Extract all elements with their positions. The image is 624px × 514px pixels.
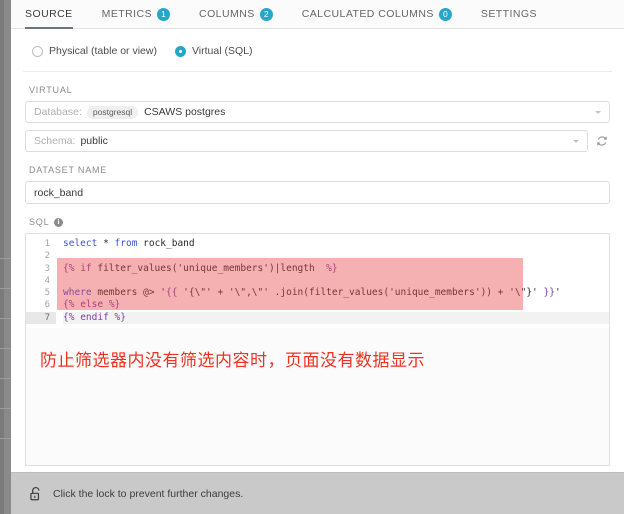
radio-physical[interactable]: Physical (table or view)	[32, 45, 157, 57]
sql-editor-gutter: 1 2 3 4 5 6 7	[26, 234, 56, 328]
chevron-down-icon	[573, 139, 579, 143]
sql-line: select * from rock_band	[63, 238, 195, 249]
tab-settings[interactable]: SETTINGS	[481, 0, 551, 29]
sql-line: {% else %}	[63, 299, 121, 311]
schema-select-value: public	[80, 135, 108, 147]
database-engine-chip: postgresql	[86, 105, 139, 119]
dataset-name-input[interactable]: rock_band	[25, 181, 610, 204]
sql-line: {% if filter_values('unique_members')|le…	[63, 262, 338, 274]
radio-physical-circle-icon	[32, 45, 43, 57]
database-select-lead: Database:	[34, 106, 82, 118]
tab-metrics[interactable]: METRICS 1	[102, 0, 184, 29]
sql-code-area[interactable]: select * from rock_band {% if filter_val…	[56, 234, 609, 328]
dataset-editor-modal: SOURCE METRICS 1 COLUMNS 2 CALCULATED CO…	[0, 0, 624, 514]
source-type-radio-group: Physical (table or view) Virtual (SQL)	[23, 29, 612, 72]
tab-columns[interactable]: COLUMNS 2	[199, 0, 287, 29]
tab-metrics-badge: 1	[157, 7, 171, 21]
sql-line-current: {% endif %}	[63, 311, 609, 325]
lock-footer-text: Click the lock to prevent further change…	[53, 487, 244, 500]
tab-columns-label: COLUMNS	[199, 8, 255, 20]
modal-panel: SOURCE METRICS 1 COLUMNS 2 CALCULATED CO…	[11, 0, 624, 514]
line-number-current: 7	[26, 311, 56, 325]
sql-line: where members @> '{{ '{\"' + '\",\"' .jo…	[63, 287, 561, 299]
database-row: Database: postgresql CSAWS postgres	[25, 101, 610, 123]
tab-calculated-columns[interactable]: CALCULATED COLUMNS 0	[302, 0, 466, 29]
page-backdrop-strip	[0, 0, 11, 514]
info-icon[interactable]: i	[54, 217, 64, 227]
source-panel: Physical (table or view) Virtual (SQL) V…	[11, 29, 624, 472]
virtual-section-label: VIRTUAL	[29, 85, 73, 95]
unlocked-lock-icon[interactable]	[29, 486, 43, 502]
tab-calculated-columns-badge: 0	[438, 7, 452, 21]
schema-row: Schema: public	[25, 130, 610, 152]
line-number: 5	[44, 288, 50, 299]
sql-section-label: SQL i	[29, 217, 610, 227]
tab-source-label: SOURCE	[25, 8, 73, 20]
line-number: 2	[44, 251, 50, 262]
lock-footer: Click the lock to prevent further change…	[11, 472, 624, 514]
sql-editor-container[interactable]: 1 2 3 4 5 6 7 select * from rock_band {%…	[25, 233, 610, 466]
tab-calculated-columns-label: CALCULATED COLUMNS	[301, 8, 434, 20]
radio-virtual-label: Virtual (SQL)	[191, 45, 253, 57]
line-number: 4	[44, 275, 50, 286]
line-number: 3	[44, 263, 50, 274]
radio-virtual-circle-icon	[174, 45, 186, 57]
tab-source[interactable]: SOURCE	[25, 0, 87, 29]
radio-physical-label: Physical (table or view)	[49, 45, 157, 57]
refresh-icon[interactable]	[594, 130, 610, 152]
sql-section-label-text: SQL	[29, 217, 50, 227]
sql-editor[interactable]: 1 2 3 4 5 6 7 select * from rock_band {%…	[26, 234, 609, 328]
database-select[interactable]: Database: postgresql CSAWS postgres	[25, 101, 610, 123]
schema-select-lead: Schema:	[34, 135, 76, 147]
tab-settings-label: SETTINGS	[480, 8, 537, 20]
chevron-down-icon	[595, 110, 601, 114]
tab-columns-badge: 2	[259, 7, 273, 21]
sql-line	[63, 275, 609, 287]
tab-bar: SOURCE METRICS 1 COLUMNS 2 CALCULATED CO…	[11, 0, 624, 29]
dataset-name-value: rock_band	[34, 186, 84, 199]
schema-select[interactable]: Schema: public	[25, 130, 588, 152]
radio-virtual[interactable]: Virtual (SQL)	[174, 45, 253, 57]
line-number: 6	[44, 300, 50, 311]
line-number: 1	[44, 239, 50, 249]
dataset-name-section-label: DATASET NAME	[29, 165, 108, 175]
backdrop-shade	[0, 0, 4, 514]
tab-metrics-label: METRICS	[101, 8, 153, 20]
database-select-value: CSAWS postgres	[144, 106, 226, 118]
annotation-text: 防止筛选器内没有筛选内容时，页面没有数据显示	[40, 351, 425, 371]
sql-line	[63, 250, 609, 262]
